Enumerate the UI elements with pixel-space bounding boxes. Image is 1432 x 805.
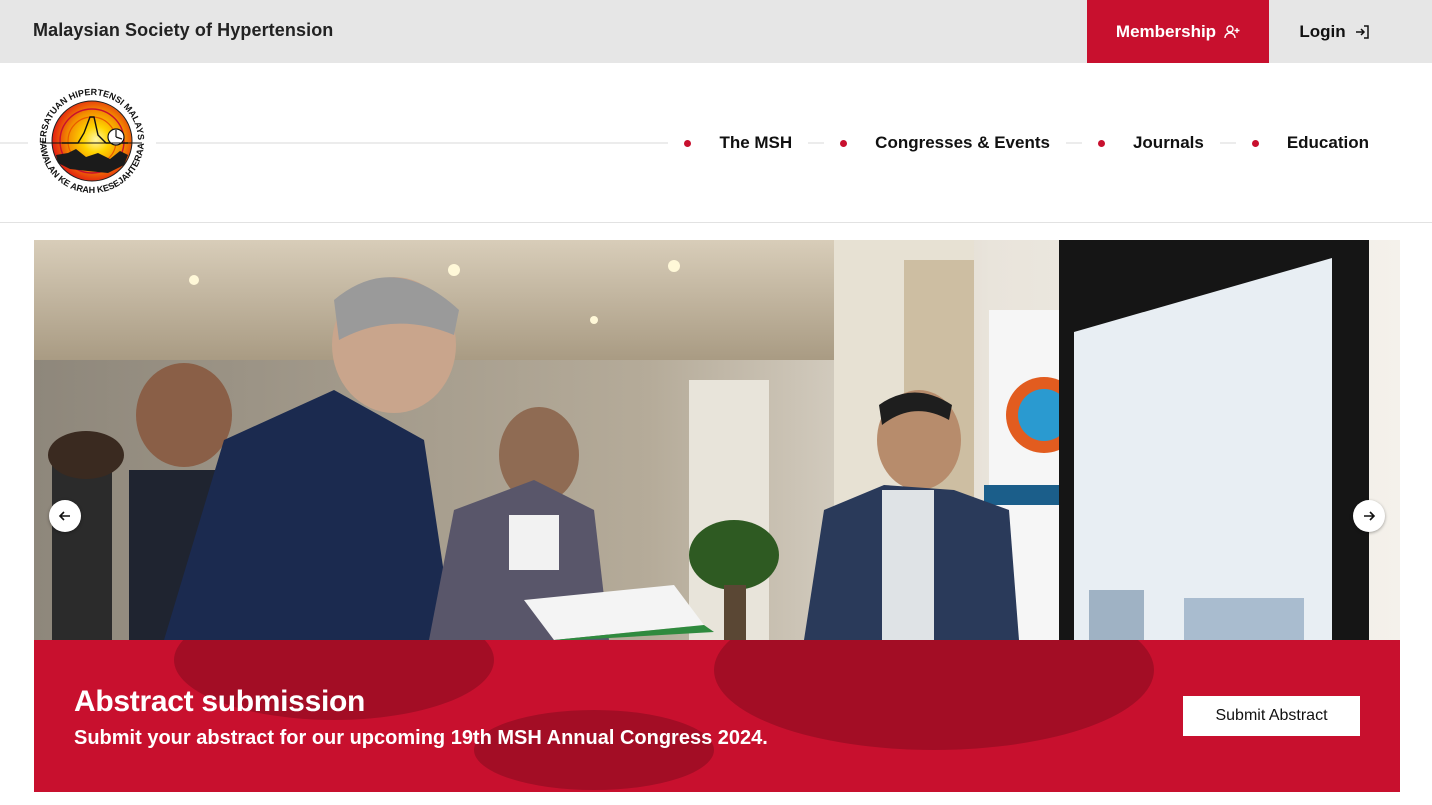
user-plus-icon (1224, 24, 1240, 40)
hero-photo (34, 240, 1400, 640)
arrow-right-icon (1362, 509, 1376, 523)
nav-item-label: The MSH (719, 133, 793, 152)
hero-title: Abstract submission (74, 685, 366, 718)
nav-bullet (1251, 139, 1259, 147)
login-arrow-icon (1354, 24, 1370, 40)
main-nav: The MSH Congresses & Events Journals Edu… (668, 131, 1432, 155)
membership-button[interactable]: Membership (1087, 0, 1269, 63)
nav-item-label: Journals (1132, 133, 1204, 152)
hero-caption: Abstract submission Submit your abstract… (34, 640, 1400, 792)
nav-bullet (1097, 139, 1105, 147)
msh-logo[interactable]: PERSATUAN HIPERTENSI MALAYSIA KAWALAN KE… (25, 69, 156, 205)
submit-abstract-button[interactable]: Submit Abstract (1183, 696, 1360, 736)
org-name[interactable]: Malaysian Society of Hypertension (33, 20, 333, 41)
top-bar: Malaysian Society of Hypertension Member… (0, 0, 1432, 63)
login-label: Login (1299, 21, 1346, 41)
login-button[interactable]: Login (1269, 0, 1400, 63)
nav-item-education[interactable]: Education (1235, 131, 1432, 155)
hero-carousel: Abstract submission Submit your abstract… (34, 240, 1400, 792)
hero-subtitle: Submit your abstract for our upcoming 19… (74, 727, 768, 749)
arrow-left-icon (58, 509, 72, 523)
nav-bullet (840, 139, 848, 147)
carousel-next-button[interactable] (1353, 500, 1385, 532)
nav-item-congresses-events[interactable]: Congresses & Events (824, 131, 1066, 155)
nav-item-the-msh[interactable]: The MSH (668, 131, 809, 155)
carousel-prev-button[interactable] (49, 500, 81, 532)
nav-item-journals[interactable]: Journals (1081, 131, 1220, 155)
nav-bullet (684, 139, 692, 147)
nav-item-label: Education (1286, 133, 1369, 152)
nav-item-label: Congresses & Events (875, 133, 1050, 152)
site-header: PERSATUAN HIPERTENSI MALAYSIA KAWALAN KE… (0, 63, 1432, 223)
membership-label: Membership (1115, 21, 1217, 41)
